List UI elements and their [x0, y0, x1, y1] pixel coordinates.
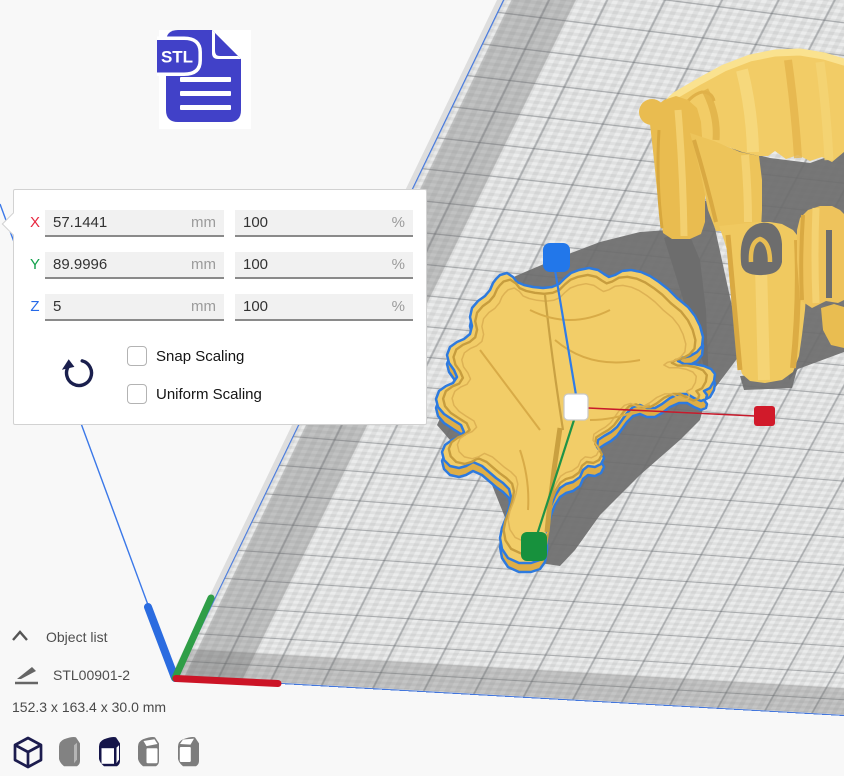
- svg-text:STL: STL: [161, 48, 193, 67]
